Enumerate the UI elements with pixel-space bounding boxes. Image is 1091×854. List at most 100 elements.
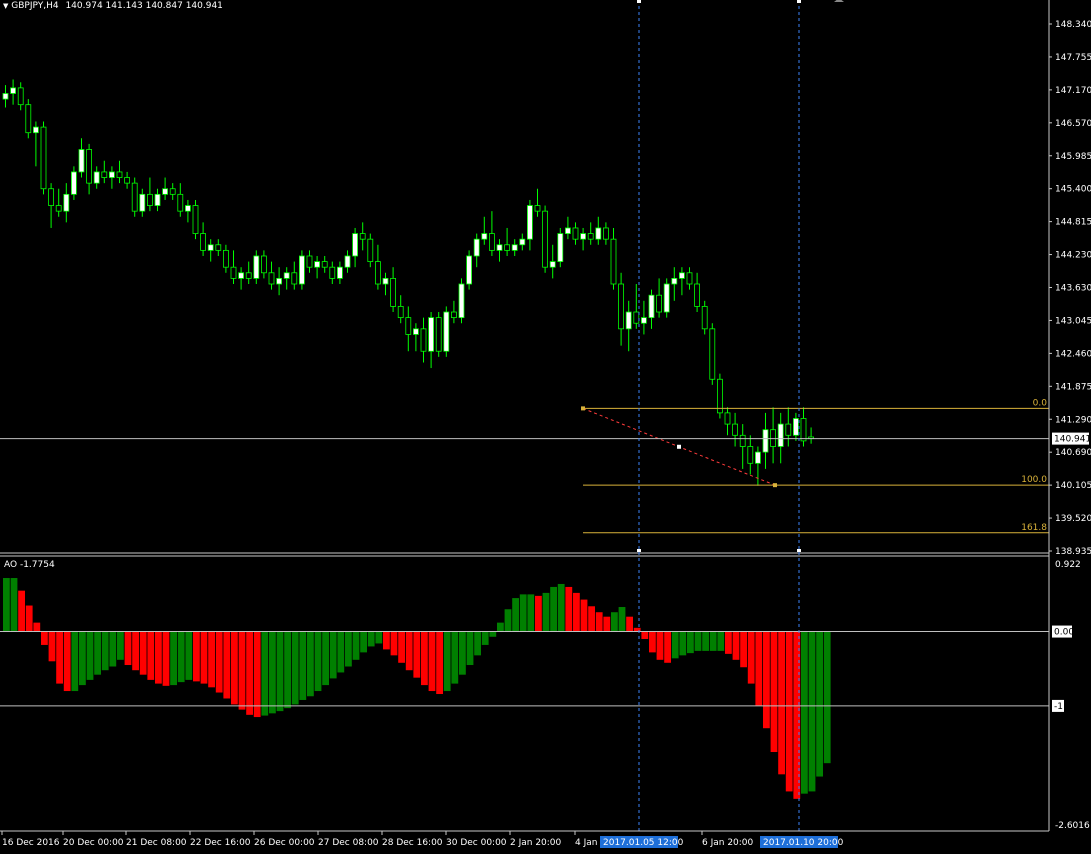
candle-body[interactable]	[109, 171, 115, 178]
candle-body[interactable]	[25, 104, 32, 134]
candle-body[interactable]	[603, 227, 609, 240]
candle-body[interactable]	[739, 434, 746, 447]
candle-body[interactable]	[314, 261, 321, 268]
candle-body[interactable]	[572, 227, 579, 240]
candle-body[interactable]	[565, 227, 571, 234]
candle-body[interactable]	[428, 317, 435, 352]
candle-body[interactable]	[268, 272, 275, 285]
candle-body[interactable]	[443, 311, 450, 352]
candle-body[interactable]	[33, 126, 39, 134]
candle-body[interactable]	[283, 272, 290, 279]
candle-body[interactable]	[481, 233, 488, 240]
candle-body[interactable]	[580, 233, 586, 240]
vline-handle[interactable]	[637, 0, 641, 3]
candle-body[interactable]	[412, 328, 419, 335]
candle-body[interactable]	[253, 255, 260, 279]
candle-body[interactable]	[63, 193, 70, 212]
candle-body[interactable]	[329, 266, 336, 279]
candle-body[interactable]	[71, 171, 77, 195]
candle-body[interactable]	[405, 317, 412, 335]
candle-body[interactable]	[86, 149, 92, 184]
candle-body[interactable]	[701, 306, 708, 330]
candle-body[interactable]	[367, 238, 374, 262]
candle-body[interactable]	[724, 412, 731, 425]
candle-body[interactable]	[694, 283, 700, 307]
candle-body[interactable]	[473, 238, 480, 257]
candle-body[interactable]	[48, 188, 54, 206]
candle-body[interactable]	[633, 311, 640, 324]
candle-body[interactable]	[260, 255, 267, 274]
candle-body[interactable]	[245, 272, 252, 279]
candle-body[interactable]	[504, 244, 511, 251]
candle-body[interactable]	[146, 193, 153, 206]
candle-body[interactable]	[10, 87, 17, 94]
fibo-anchor-handle[interactable]	[581, 406, 585, 411]
fibo-mid-handle[interactable]	[677, 444, 681, 449]
candle-body[interactable]	[420, 328, 427, 352]
candle-body[interactable]	[587, 233, 594, 240]
candle-body[interactable]	[352, 233, 359, 257]
candle-body[interactable]	[382, 277, 389, 285]
candle-body[interactable]	[777, 423, 784, 447]
candle-body[interactable]	[359, 233, 366, 240]
candle-body[interactable]	[496, 244, 503, 251]
candle-body[interactable]	[344, 255, 351, 268]
candle-body[interactable]	[618, 283, 624, 330]
candle-body[interactable]	[276, 277, 283, 285]
candle-body[interactable]	[610, 238, 617, 285]
candle-body[interactable]	[435, 317, 442, 352]
candle-body[interactable]	[222, 249, 229, 268]
candle-body[interactable]	[17, 87, 24, 106]
candle-body[interactable]	[238, 272, 245, 279]
candle-body[interactable]	[169, 188, 176, 195]
candle-body[interactable]	[131, 182, 138, 212]
candle-body[interactable]	[747, 446, 754, 464]
candle-body[interactable]	[542, 210, 548, 268]
vline-handle[interactable]	[637, 549, 641, 552]
candle-body[interactable]	[534, 205, 541, 212]
candle-body[interactable]	[215, 244, 222, 251]
candle-body[interactable]	[116, 171, 123, 178]
candle-body[interactable]	[717, 378, 723, 414]
candle-body[interactable]	[306, 255, 313, 268]
candle-body[interactable]	[93, 171, 100, 184]
candle-body[interactable]	[200, 233, 207, 251]
candle-body[interactable]	[397, 306, 404, 319]
candle-body[interactable]	[519, 238, 526, 246]
candle-body[interactable]	[207, 244, 214, 251]
candle-body[interactable]	[124, 177, 130, 184]
candle-body[interactable]	[549, 261, 556, 268]
candle-body[interactable]	[101, 171, 108, 178]
candle-body[interactable]	[656, 294, 662, 313]
candle-body[interactable]	[298, 255, 305, 285]
candle-body[interactable]	[177, 193, 184, 212]
candle-body[interactable]	[686, 272, 693, 285]
candle-body[interactable]	[800, 418, 807, 442]
candle-body[interactable]	[511, 244, 518, 251]
candle-body[interactable]	[139, 193, 146, 212]
candle-body[interactable]	[374, 261, 381, 285]
candle-body[interactable]	[709, 328, 716, 380]
vline-handle[interactable]	[797, 0, 801, 3]
candle-body[interactable]	[154, 193, 161, 206]
candle-body[interactable]	[55, 205, 62, 212]
candle-body[interactable]	[78, 149, 85, 173]
candle-body[interactable]	[336, 266, 343, 279]
vline-handle[interactable]	[797, 549, 801, 552]
candle-body[interactable]	[2, 93, 9, 100]
candle-body[interactable]	[762, 429, 769, 453]
candle-body[interactable]	[466, 255, 473, 285]
candle-body[interactable]	[450, 311, 457, 319]
candle-body[interactable]	[732, 423, 738, 436]
candle-body[interactable]	[770, 429, 776, 447]
candle-body[interactable]	[390, 277, 397, 307]
candle-body[interactable]	[755, 451, 761, 464]
candle-body[interactable]	[625, 311, 632, 330]
fibo-anchor-handle[interactable]	[773, 483, 777, 488]
candle-body[interactable]	[230, 266, 237, 279]
candle-body[interactable]	[793, 418, 799, 436]
candle-body[interactable]	[671, 277, 678, 285]
candle-body[interactable]	[641, 317, 647, 324]
candle-body[interactable]	[679, 272, 685, 279]
candle-body[interactable]	[321, 261, 328, 268]
